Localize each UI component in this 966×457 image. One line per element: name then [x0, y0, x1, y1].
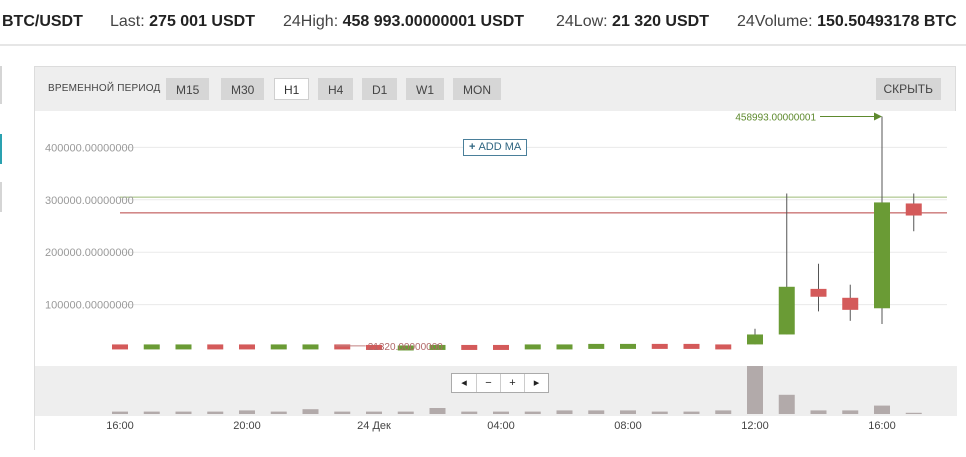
x-tick-label: 24 Дек [357, 420, 391, 432]
volume-bar [207, 411, 224, 414]
candle-up [747, 334, 763, 345]
last-label: Last: [110, 13, 145, 30]
volume-bar [302, 409, 319, 414]
chart-panel: ВРЕМЕННОЙ ПЕРИОД M15 M30 H1 H4 D1 W1 MON… [34, 66, 957, 451]
candlestick-chart[interactable]: 400000.00000000 300000.00000000 200000.000… [35, 67, 957, 451]
volume-bar [112, 411, 128, 414]
candle-down [651, 343, 668, 349]
volume-bar [747, 366, 763, 414]
volume-bar [588, 410, 605, 414]
volume-bar [175, 411, 192, 414]
left-edge [0, 66, 3, 450]
candle-down [334, 344, 351, 350]
volume-bar [334, 411, 351, 414]
volume-bar [842, 410, 859, 414]
candle-up [143, 344, 160, 350]
volume-bar [651, 411, 668, 414]
x-tick-label: 20:00 [233, 420, 261, 432]
volume-bar [493, 411, 509, 414]
candle-down [842, 297, 859, 310]
volume-bar [461, 411, 478, 414]
candle-up [302, 344, 319, 350]
volume-bar [239, 410, 255, 414]
ticker-bar: BTC/USDT Last: 275 001 USDT 24High: 458 … [0, 0, 966, 46]
x-tick-label: 04:00 [487, 420, 515, 432]
candle-down [207, 344, 224, 350]
volume-bar [778, 394, 795, 414]
scroll-right-button[interactable]: ▸ [524, 374, 548, 392]
candle-down [905, 203, 922, 216]
candle-up [556, 344, 573, 350]
high-label: 24High: [283, 13, 339, 30]
high-value: 458 993.00000001 USDT [342, 13, 525, 30]
last-price: Last: 275 001 USDT [110, 13, 255, 31]
candle-down [239, 344, 255, 350]
volume-bar [905, 412, 922, 414]
add-ma-plus-icon: + [469, 141, 476, 153]
volume-bar [683, 411, 700, 414]
left-edge-segment [0, 66, 2, 104]
candle-up [874, 202, 890, 309]
y-tick-label: 400000.00000000 [45, 142, 134, 154]
volume-bar [874, 405, 890, 414]
high-24h: 24High: 458 993.00000001 USDT [283, 13, 524, 31]
x-tick-label: 08:00 [614, 420, 642, 432]
volume-bar [366, 411, 382, 414]
volume-bar [810, 410, 827, 414]
x-tick-label: 16:00 [868, 420, 896, 432]
volume-bar [715, 410, 732, 414]
volume-bar [143, 411, 160, 414]
scroll-left-button[interactable]: ◂ [452, 374, 476, 392]
volume-bar [524, 411, 541, 414]
low-label: 24Low: [556, 13, 608, 30]
candle-up [524, 344, 541, 350]
volume-24h: 24Volume: 150.50493178 BTC [737, 13, 957, 31]
max-annotation-arrow-icon [874, 112, 882, 121]
zoom-out-button[interactable]: − [476, 374, 500, 392]
max-annotation-label: 458993.00000001 [735, 112, 816, 123]
left-edge-segment [0, 182, 2, 212]
low-24h: 24Low: 21 320 USDT [556, 13, 709, 31]
pair-name: BTC/USDT [2, 13, 83, 30]
volume-value: 150.50493178 BTC [817, 13, 957, 30]
left-edge-accent [0, 134, 2, 164]
min-annotation-label: 21320.00000000 [368, 342, 444, 353]
candle-down [461, 344, 478, 350]
candle-down [715, 344, 732, 350]
volume-bar [620, 410, 636, 414]
y-tick-label: 100000.00000000 [45, 300, 134, 312]
low-value: 21 320 USDT [612, 13, 709, 30]
candle-up [270, 344, 287, 350]
x-tick-label: 12:00 [741, 420, 769, 432]
candle-down [112, 344, 128, 350]
y-tick-label: 200000.00000000 [45, 247, 134, 259]
x-tick-label: 16:00 [106, 420, 134, 432]
add-ma-button[interactable]: + ADD MA [463, 139, 528, 156]
y-tick-label: 300000.00000000 [45, 195, 134, 207]
volume-bar [556, 410, 573, 414]
candle-up [588, 343, 605, 349]
zoom-in-button[interactable]: + [500, 374, 524, 392]
candle-down [810, 288, 827, 297]
candle-down [493, 344, 509, 350]
volume-bar [270, 411, 287, 414]
last-value: 275 001 USDT [149, 13, 255, 30]
candle-up [620, 343, 636, 349]
volume-bar [429, 408, 446, 414]
add-ma-label: ADD MA [478, 141, 522, 153]
candle-up [175, 344, 192, 350]
volume-bar [397, 411, 414, 414]
volume-label: 24Volume: [737, 13, 813, 30]
candle-up [778, 286, 795, 335]
zoom-controls: ◂ − + ▸ [451, 373, 549, 393]
candle-down [683, 343, 700, 349]
